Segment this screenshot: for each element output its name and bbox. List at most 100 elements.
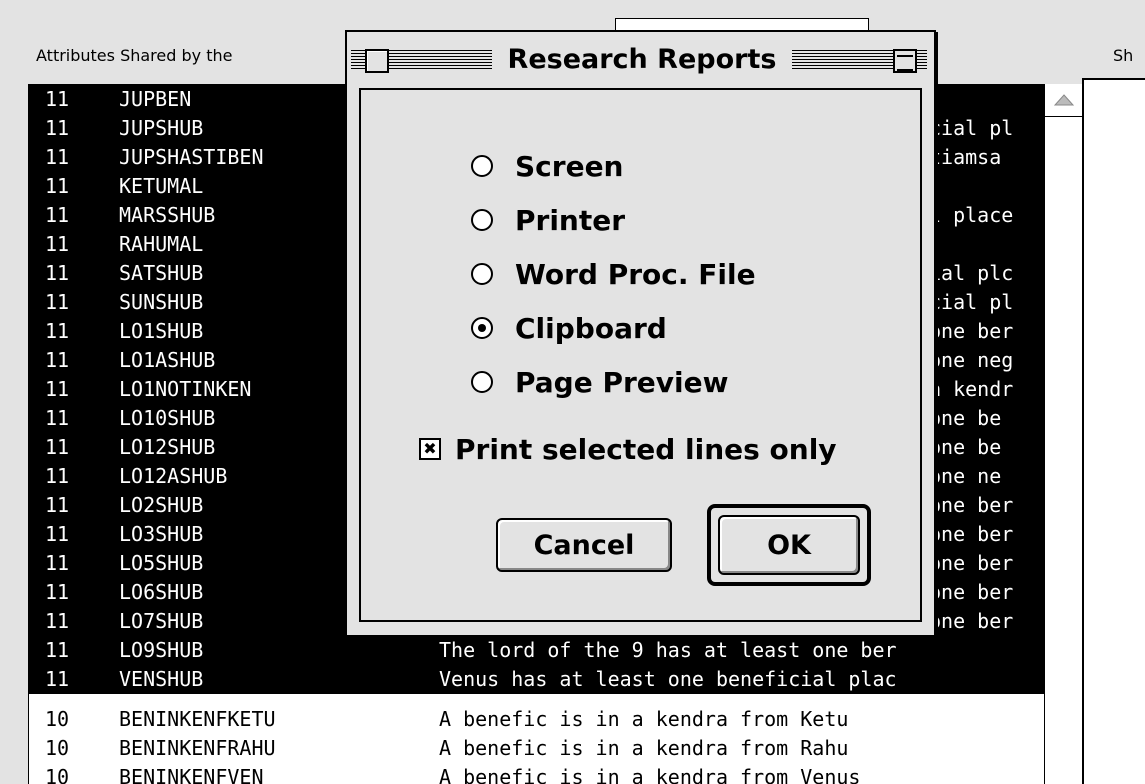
radio-button-icon[interactable]	[471, 155, 493, 177]
row-description: one ber	[929, 580, 1014, 604]
zoom-box-icon[interactable]	[893, 49, 917, 73]
row-description: A benefic is in a kendra from Ketu	[439, 707, 849, 731]
row-count: 11	[45, 609, 70, 633]
row-description: A benefic is in a kendra from Rahu	[439, 736, 849, 760]
row-attribute: SUNSHUB	[119, 290, 204, 314]
row-count: 11	[45, 493, 70, 517]
row-description: A benefic is in a kendra from Venus	[439, 765, 861, 784]
checkbox-label: Print selected lines only	[455, 432, 837, 466]
row-count: 11	[45, 290, 70, 314]
radio-page-preview[interactable]: Page Preview	[471, 364, 728, 400]
row-attribute: LO3SHUB	[119, 522, 204, 546]
row-attribute: BENINKENFVEN	[119, 765, 264, 784]
row-attribute: LO2SHUB	[119, 493, 204, 517]
dialog-content: Screen Printer Word Proc. File Clipboard…	[359, 88, 922, 622]
row-count: 11	[45, 551, 70, 575]
radio-label: Clipboard	[515, 311, 667, 345]
row-count: 11	[45, 435, 70, 459]
radio-label: Screen	[515, 149, 624, 183]
row-attribute: SATSHUB	[119, 261, 204, 285]
close-box-icon[interactable]	[365, 49, 389, 73]
row-attribute: LO6SHUB	[119, 580, 204, 604]
list-row[interactable]: 10 BENINKENFKETU A benefic is in a kendra …	[29, 705, 1045, 734]
row-description: cial pl	[929, 116, 1014, 140]
list-row[interactable]: 11 VENSHUB Venus has at least one benefici…	[29, 665, 1045, 694]
row-description: Venus has at least one beneficial plac	[439, 667, 897, 691]
row-count: 11	[45, 203, 70, 227]
cancel-button[interactable]: Cancel	[496, 518, 672, 572]
row-count: 11	[45, 580, 70, 604]
row-count: 11	[45, 348, 70, 372]
row-count: 11	[45, 261, 70, 285]
right-list-pane[interactable]	[1082, 78, 1145, 784]
row-count: 11	[45, 638, 70, 662]
row-count: 10	[45, 736, 70, 760]
row-count: 11	[45, 145, 70, 169]
row-description: ial plc	[929, 261, 1014, 285]
row-attribute: BENINKENFKETU	[119, 707, 276, 731]
row-count: 11	[45, 232, 70, 256]
radio-label: Word Proc. File	[515, 257, 756, 291]
row-description: one be	[929, 435, 1002, 459]
row-attribute: LO7SHUB	[119, 609, 204, 633]
radio-button-selected-icon[interactable]	[471, 317, 493, 339]
row-count: 10	[45, 707, 70, 731]
print-selected-checkbox[interactable]: ✖ Print selected lines only	[419, 429, 837, 469]
research-reports-dialog: Research Reports Screen Printer Word Pro…	[345, 30, 936, 637]
radio-label: Printer	[515, 203, 626, 237]
row-count: 11	[45, 377, 70, 401]
radio-clipboard[interactable]: Clipboard	[471, 310, 667, 346]
row-description: one ber	[929, 493, 1014, 517]
row-description: one neg	[929, 348, 1014, 372]
row-attribute: LO1SHUB	[119, 319, 204, 343]
row-attribute: LO5SHUB	[119, 551, 204, 575]
radio-word-proc-file[interactable]: Word Proc. File	[471, 256, 756, 292]
row-description: a kendr	[929, 377, 1014, 401]
row-attribute: JUPSHUB	[119, 116, 204, 140]
radio-button-icon[interactable]	[471, 263, 493, 285]
row-attribute: KETUMAL	[119, 174, 204, 198]
row-attribute: MARSSHUB	[119, 203, 216, 227]
row-description: one ne	[929, 464, 1002, 488]
row-count: 11	[45, 116, 70, 140]
row-count: 11	[45, 87, 70, 111]
dialog-title: Research Reports	[492, 42, 792, 78]
row-count: 11	[45, 464, 70, 488]
attributes-shared-label: Attributes Shared by the	[36, 46, 233, 65]
row-attribute: VENSHUB	[119, 667, 204, 691]
row-count: 10	[45, 765, 70, 784]
row-count: 11	[45, 319, 70, 343]
radio-screen[interactable]: Screen	[471, 148, 624, 184]
checkbox-checked-icon[interactable]: ✖	[419, 438, 441, 460]
row-attribute: LO12ASHUB	[119, 464, 228, 488]
row-attribute: LO1ASHUB	[119, 348, 216, 372]
ok-button-label: OK	[718, 515, 860, 575]
list-row[interactable]: 11 LO9SHUB The lord of the 9 has at least …	[29, 636, 1045, 665]
row-count: 11	[45, 406, 70, 430]
row-attribute: JUPBEN	[119, 87, 192, 111]
radio-button-icon[interactable]	[471, 371, 493, 393]
list-scrollbar[interactable]	[1044, 84, 1084, 784]
row-attribute: LO10SHUB	[119, 406, 216, 430]
row-description: one ber	[929, 319, 1014, 343]
radio-printer[interactable]: Printer	[471, 202, 625, 238]
row-description: tiamsa	[929, 145, 1002, 169]
list-row[interactable]: 10 BENINKENFRAHU A benefic is in a kendra …	[29, 734, 1045, 763]
row-attribute: JUPSHASTIBEN	[119, 145, 264, 169]
radio-label: Page Preview	[515, 365, 729, 399]
row-description: The lord of the 9 has at least one ber	[439, 638, 897, 662]
row-attribute: BENINKENFRAHU	[119, 736, 276, 760]
list-row[interactable]: 10 BENINKENFVEN A benefic is in a kendra f…	[29, 763, 1045, 784]
dialog-titlebar[interactable]: Research Reports	[347, 32, 934, 84]
row-attribute: LO12SHUB	[119, 435, 216, 459]
row-attribute: LO1NOTINKEN	[119, 377, 252, 401]
row-description: one be	[929, 406, 1002, 430]
ok-button[interactable]: OK	[707, 504, 871, 586]
row-description: one ber	[929, 551, 1014, 575]
radio-button-icon[interactable]	[471, 209, 493, 231]
row-count: 11	[45, 174, 70, 198]
row-description: one ber	[929, 522, 1014, 546]
row-count: 11	[45, 667, 70, 691]
scroll-up-arrow-icon[interactable]	[1045, 84, 1083, 117]
row-count: 11	[45, 522, 70, 546]
